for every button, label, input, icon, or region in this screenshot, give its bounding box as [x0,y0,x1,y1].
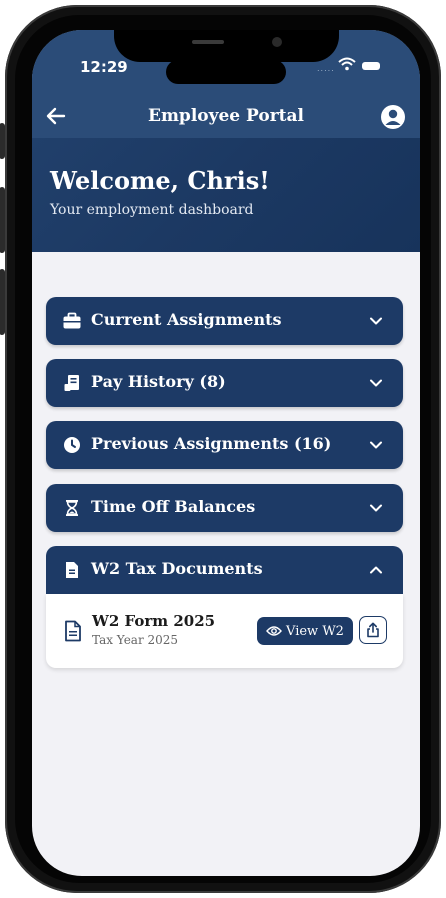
section-pay-history[interactable]: Pay History (8) [46,359,403,407]
wifi-icon [338,57,356,71]
section-label: W2 Tax Documents [91,559,263,578]
volume-up-button [0,187,5,253]
eye-icon [266,626,282,636]
hourglass-icon [66,500,78,516]
section-current-assignments[interactable]: Current Assignments [46,297,403,345]
signal-dots: ..... [317,64,335,73]
section-time-off-balances[interactable]: Time Off Balances [46,484,403,532]
status-time: 12:29 [80,58,128,76]
receipt-icon [64,375,79,391]
notch [114,30,339,62]
front-camera [272,37,282,47]
share-button[interactable] [359,616,387,644]
document-icon [66,562,78,578]
page-title: Employee Portal [147,106,304,126]
section-label: Pay History (8) [91,372,226,391]
section-label: Previous Assignments (16) [91,434,332,453]
view-w2-label: View W2 [286,623,344,639]
volume-down-button [0,269,5,335]
speaker [192,40,224,44]
dynamic-island [166,60,286,84]
section-label: Time Off Balances [91,497,256,516]
document-outline-icon [65,620,81,642]
share-icon [367,622,379,638]
document-name: W2 Form 2025 [92,612,216,630]
section-label: Current Assignments [91,310,282,329]
welcome-subtitle: Your employment dashboard [50,202,254,218]
section-previous-assignments[interactable]: Previous Assignments (16) [46,421,403,469]
mute-switch [0,123,5,159]
w2-document-row: W2 Form 2025 Tax Year 2025 View W2 [46,594,403,668]
chevron-down-icon [370,317,382,325]
briefcase-icon [63,312,81,329]
chevron-down-icon [370,504,382,512]
battery-icon [362,62,380,70]
welcome-title: Welcome, Chris! [50,166,270,195]
profile-icon[interactable] [380,104,406,130]
chevron-up-icon [370,566,382,574]
chevron-down-icon [370,441,382,449]
chevron-down-icon [370,379,382,387]
section-w2-tax-documents[interactable]: W2 Tax Documents [46,546,403,594]
clock-icon [64,437,80,453]
view-w2-button[interactable]: View W2 [257,617,353,645]
app-screen: 12:29 ..... Employee Portal Welcome, Chr… [32,30,420,876]
document-year: Tax Year 2025 [92,633,179,647]
